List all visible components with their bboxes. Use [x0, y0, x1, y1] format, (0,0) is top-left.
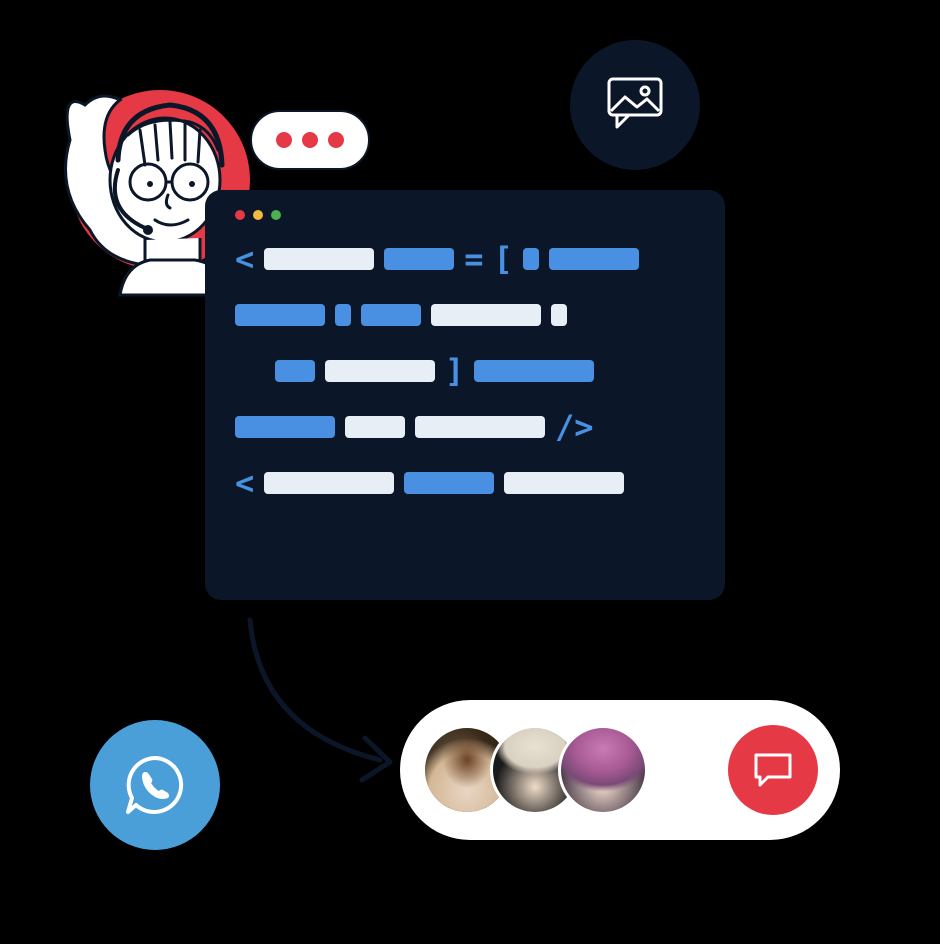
open-chat-button[interactable]	[728, 725, 818, 815]
code-symbol: ]	[445, 355, 464, 387]
code-token	[325, 360, 435, 382]
typing-dot	[276, 132, 292, 148]
code-token	[335, 304, 351, 326]
typing-dot	[302, 132, 318, 148]
code-token	[361, 304, 421, 326]
code-line: <	[235, 469, 695, 497]
typing-dot	[328, 132, 344, 148]
image-message-icon	[603, 75, 667, 135]
code-token	[415, 416, 545, 438]
code-token	[549, 248, 639, 270]
whatsapp-badge	[90, 720, 220, 850]
code-token	[404, 472, 494, 494]
avatar-stack	[422, 725, 626, 815]
typing-indicator	[250, 110, 370, 170]
code-line: ]	[235, 357, 695, 385]
image-message-badge	[570, 40, 700, 170]
code-token	[474, 360, 594, 382]
code-symbol: [	[494, 243, 513, 275]
whatsapp-icon	[120, 750, 190, 820]
flow-arrow-icon	[230, 610, 410, 800]
window-traffic-lights	[235, 210, 695, 220]
code-symbol: <	[235, 467, 254, 499]
code-editor-window: < = [] /> <	[205, 190, 725, 600]
code-token	[235, 304, 325, 326]
code-token	[235, 416, 335, 438]
code-token	[345, 416, 405, 438]
code-symbol: =	[464, 243, 483, 275]
code-token	[523, 248, 539, 270]
code-token	[384, 248, 454, 270]
code-line: < = [	[235, 245, 695, 273]
code-line: />	[235, 413, 695, 441]
code-token	[551, 304, 567, 326]
code-line	[235, 301, 695, 329]
traffic-light-minimize	[253, 210, 263, 220]
code-symbol: />	[555, 411, 594, 443]
chat-widget-pill[interactable]	[400, 700, 840, 840]
code-symbol: <	[235, 243, 254, 275]
chat-bubble-icon	[752, 751, 794, 789]
code-token	[264, 248, 374, 270]
traffic-light-zoom	[271, 210, 281, 220]
traffic-light-close	[235, 210, 245, 220]
code-token	[275, 360, 315, 382]
code-token	[264, 472, 394, 494]
code-token	[431, 304, 541, 326]
user-avatar-3	[558, 725, 648, 815]
code-token	[504, 472, 624, 494]
